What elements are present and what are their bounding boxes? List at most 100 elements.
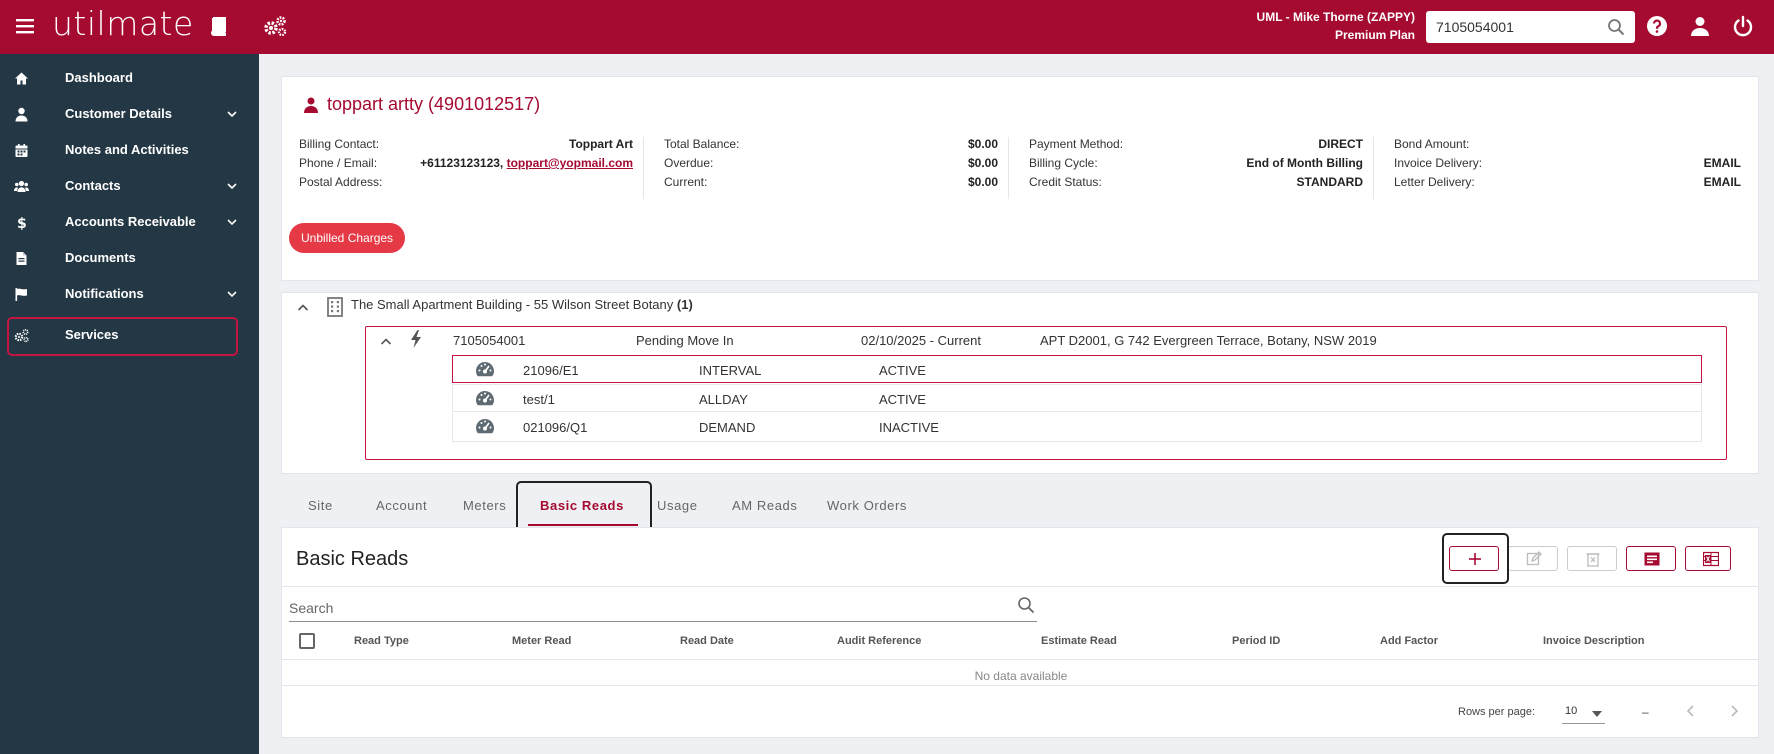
column-header-read-date[interactable]: Read Date xyxy=(680,635,734,647)
main-content: toppart artty (4901012517) Billing Conta… xyxy=(259,54,1774,754)
chevron-down-icon xyxy=(227,290,237,298)
empty-state-text: No data available xyxy=(974,669,1068,683)
prev-page-button[interactable] xyxy=(1684,704,1698,718)
page-range: – xyxy=(1642,705,1649,719)
nmi-id[interactable]: 7105054001 xyxy=(453,333,525,348)
site-address: The Small Apartment Building - 55 Wilson… xyxy=(351,297,693,312)
sidebar-item-label: Documents xyxy=(65,250,136,265)
sidebar-item-customer-details[interactable]: Customer Details xyxy=(7,96,237,132)
customer-name: toppart artty (4901012517) xyxy=(327,94,541,114)
phone-value: +61123123123, xyxy=(420,156,504,170)
sidebar-item-accounts-receivable[interactable]: $ Accounts Receivable xyxy=(7,204,237,240)
sidebar-item-documents[interactable]: Documents xyxy=(7,240,237,276)
meter-type: ALLDAY xyxy=(699,392,748,407)
payment-method-value: DIRECT xyxy=(1318,137,1363,151)
sidebar-item-contacts[interactable]: Contacts xyxy=(7,168,237,204)
gauge-icon xyxy=(475,361,495,377)
phone-email-row: Phone / Email: +61123123123, toppart@yopm… xyxy=(299,156,633,170)
excel-icon xyxy=(1703,551,1719,567)
search-icon[interactable] xyxy=(1017,596,1035,614)
user-plan: Premium Plan xyxy=(1334,28,1415,42)
nmi-period: 02/10/2025 - Current xyxy=(861,333,981,348)
sidebar-item-label: Contacts xyxy=(65,178,121,193)
meter-id: test/1 xyxy=(523,392,555,407)
search-icon[interactable] xyxy=(1607,18,1625,36)
edit-icon xyxy=(1526,551,1542,566)
plus-icon xyxy=(1469,553,1481,565)
column-header-invoice-description[interactable]: Invoice Description xyxy=(1543,635,1644,647)
postal-address-row: Postal Address: xyxy=(299,175,383,189)
select-all-checkbox[interactable] xyxy=(299,633,315,649)
chevron-right-icon xyxy=(1731,705,1739,717)
person-icon xyxy=(14,107,29,122)
meter-row[interactable]: test/1 ALLDAY ACTIVE xyxy=(452,384,1702,412)
dollar-icon: $ xyxy=(14,215,29,230)
add-button[interactable] xyxy=(1449,546,1499,571)
chevron-up-icon[interactable] xyxy=(380,337,392,346)
column-header-add-factor[interactable]: Add Factor xyxy=(1380,635,1438,647)
customer-title: toppart artty (4901012517) xyxy=(304,94,540,115)
rows-per-page-label: Rows per page: xyxy=(1458,706,1536,718)
top-bar: utilmate UML - Mike Thorne (ZAPPY) Premi… xyxy=(0,0,1774,54)
overdue-row: Overdue: $0.00 xyxy=(664,156,998,170)
sidebar-item-services[interactable]: Services xyxy=(7,317,238,356)
gears-icon[interactable] xyxy=(262,14,288,38)
export-excel-button[interactable] xyxy=(1685,546,1731,571)
contact-info-column: Billing Contact: Toppart Art Phone / Emai… xyxy=(299,137,644,199)
caret-down-icon xyxy=(1592,711,1602,717)
sidebar-item-notifications[interactable]: Notifications xyxy=(7,276,237,312)
meter-row[interactable]: 021096/Q1 DEMAND INACTIVE xyxy=(452,413,1702,442)
invoice-delivery-row: Invoice Delivery: EMAIL xyxy=(1394,156,1741,170)
payment-method-row: Payment Method: DIRECT xyxy=(1029,137,1363,151)
menu-icon[interactable] xyxy=(14,15,36,37)
chevron-down-icon xyxy=(227,218,237,226)
credit-status-row: Credit Status: STANDARD xyxy=(1029,175,1363,189)
site-count: (1) xyxy=(676,297,693,312)
view-details-button[interactable] xyxy=(1626,546,1676,571)
column-header-meter-read[interactable]: Meter Read xyxy=(512,635,571,647)
current-value: $0.00 xyxy=(967,175,998,189)
chevron-left-icon xyxy=(1686,705,1694,717)
chevron-down-icon xyxy=(227,110,237,118)
document-icon xyxy=(14,251,29,266)
bond-amount-row: Bond Amount: xyxy=(1394,137,1470,151)
tab-basic-reads[interactable]: Basic Reads xyxy=(528,485,638,527)
basic-reads-card: Basic Reads Read Type Meter Read Read Da… xyxy=(281,527,1759,738)
gears-icon xyxy=(14,328,29,343)
account-icon[interactable] xyxy=(1689,15,1711,37)
delivery-info-column: Bond Amount: Invoice Delivery: EMAIL Lett… xyxy=(1394,137,1751,199)
reads-search-input[interactable] xyxy=(289,598,989,618)
meter-type: DEMAND xyxy=(699,420,756,435)
sidebar-item-dashboard[interactable]: Dashboard xyxy=(7,60,237,96)
chevron-up-icon[interactable] xyxy=(297,303,309,312)
meter-type: INTERVAL xyxy=(699,363,762,378)
divider xyxy=(282,586,1758,587)
global-search-input[interactable] xyxy=(1426,11,1601,43)
column-header-estimate-read[interactable]: Estimate Read xyxy=(1041,635,1117,647)
sidebar-item-label: Dashboard xyxy=(65,70,133,85)
sidebar-item-label: Notifications xyxy=(65,286,144,301)
column-header-period-id[interactable]: Period ID xyxy=(1232,635,1280,647)
rows-per-page-select[interactable]: 10 xyxy=(1562,702,1605,724)
global-search xyxy=(1426,11,1635,43)
letter-delivery-value: EMAIL xyxy=(1703,175,1741,189)
book-icon[interactable] xyxy=(207,15,229,37)
tab-bar: Site Account Meters Basic Reads Usage AM… xyxy=(281,481,1759,542)
billing-cycle-row: Billing Cycle: End of Month Billing xyxy=(1029,156,1363,170)
unbilled-charges-button[interactable]: Unbilled Charges xyxy=(289,223,406,253)
help-icon[interactable] xyxy=(1646,15,1668,37)
site-card: The Small Apartment Building - 55 Wilson… xyxy=(281,292,1759,474)
next-page-button[interactable] xyxy=(1727,704,1741,718)
edit-button[interactable] xyxy=(1508,546,1558,571)
reads-search xyxy=(289,590,1037,622)
meter-status: INACTIVE xyxy=(879,420,939,435)
meter-row[interactable]: 21096/E1 INTERVAL ACTIVE xyxy=(452,355,1702,383)
sidebar-item-label: Notes and Activities xyxy=(65,142,189,157)
delete-button[interactable] xyxy=(1567,546,1617,571)
current-row: Current: $0.00 xyxy=(664,175,998,189)
sidebar-item-notes-and-activities[interactable]: Notes and Activities xyxy=(7,132,237,168)
column-header-read-type[interactable]: Read Type xyxy=(354,635,409,647)
email-link[interactable]: toppart@yopmail.com xyxy=(507,156,633,170)
power-icon[interactable] xyxy=(1732,15,1754,37)
column-header-audit-reference[interactable]: Audit Reference xyxy=(837,635,921,647)
